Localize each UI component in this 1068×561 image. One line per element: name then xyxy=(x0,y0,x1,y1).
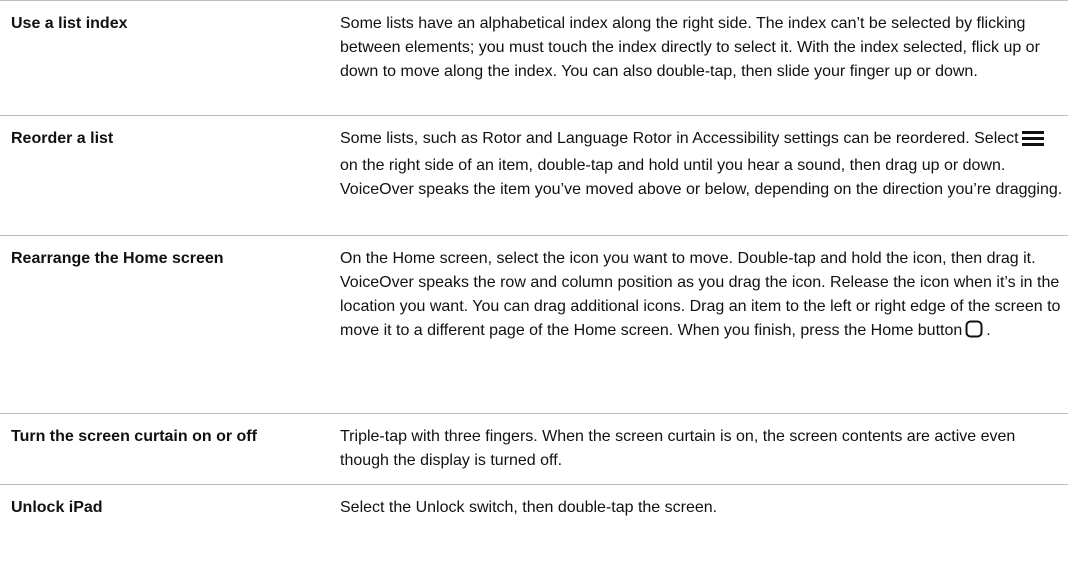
table-row: Unlock iPad Select the Unlock switch, th… xyxy=(0,485,1068,545)
table-row: Rearrange the Home screen On the Home sc… xyxy=(0,236,1068,414)
table-row: Use a list index Some lists have an alph… xyxy=(0,0,1068,116)
home-button-icon xyxy=(965,320,983,346)
description-text: On the Home screen, select the icon you … xyxy=(340,250,1061,339)
gesture-table: Use a list index Some lists have an alph… xyxy=(0,0,1068,545)
description-text: . xyxy=(986,322,991,339)
action-label: Turn the screen curtain on or off xyxy=(11,428,257,445)
action-label: Use a list index xyxy=(11,15,128,32)
description-text: Some lists, such as Rotor and Language R… xyxy=(340,130,1019,147)
action-description: Some lists, such as Rotor and Language R… xyxy=(340,116,1068,235)
action-description: Some lists have an alphabetical index al… xyxy=(340,15,1040,80)
action-label: Rearrange the Home screen xyxy=(11,250,224,267)
table-row: Reorder a list Some lists, such as Rotor… xyxy=(0,116,1068,236)
action-description: Triple-tap with three fingers. When the … xyxy=(340,428,1016,469)
description-text: on the right side of an item, double-tap… xyxy=(340,157,1063,198)
table-row: Turn the screen curtain on or off Triple… xyxy=(0,414,1068,485)
action-description: Select the Unlock switch, then double-ta… xyxy=(340,499,718,516)
action-description: On the Home screen, select the icon you … xyxy=(340,236,1068,413)
action-label: Unlock iPad xyxy=(11,499,103,516)
reorder-handle-icon xyxy=(1021,130,1044,154)
action-label: Reorder a list xyxy=(11,130,114,147)
